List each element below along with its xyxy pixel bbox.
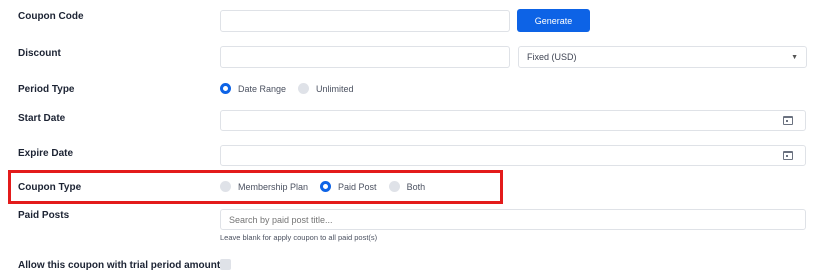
- paid-posts-label: Paid Posts: [18, 210, 70, 221]
- trial-coupon-label: Allow this coupon with trial period amou…: [18, 260, 221, 271]
- coupon-type-option-membership-plan[interactable]: Membership Plan: [220, 181, 308, 192]
- discount-type-select[interactable]: Fixed (USD) ▼: [518, 46, 807, 68]
- paid-posts-helper-text: Leave blank for apply coupon to all paid…: [220, 233, 378, 242]
- coupon-type-option-label: Paid Post: [338, 181, 377, 192]
- radio-checked-icon[interactable]: [220, 83, 231, 94]
- coupon-type-label: Coupon Type: [18, 182, 82, 193]
- radio-unchecked-icon[interactable]: [220, 181, 231, 192]
- discount-label: Discount: [18, 48, 61, 59]
- radio-unchecked-icon[interactable]: [298, 83, 310, 94]
- coupon-type-option-paid-post[interactable]: Paid Post: [320, 181, 377, 192]
- calendar-icon[interactable]: [783, 116, 793, 125]
- coupon-type-option-both[interactable]: Both: [388, 181, 426, 192]
- generate-button[interactable]: Generate: [517, 9, 590, 32]
- radio-checked-icon[interactable]: [320, 181, 332, 192]
- coupon-code-label: Coupon Code: [18, 11, 84, 22]
- radio-unchecked-icon[interactable]: [388, 181, 400, 192]
- period-type-radio-group: Date Range Unlimited: [220, 83, 366, 94]
- start-date-input[interactable]: [220, 110, 806, 131]
- period-type-option-unlimited[interactable]: Unlimited: [298, 83, 354, 94]
- coupon-type-option-label: Both: [406, 181, 426, 192]
- start-date-label: Start Date: [18, 113, 66, 124]
- period-type-option-label: Unlimited: [316, 83, 354, 94]
- expire-date-label: Expire Date: [18, 148, 74, 159]
- chevron-down-icon: ▼: [791, 53, 798, 61]
- paid-posts-search-input[interactable]: [220, 209, 806, 230]
- trial-coupon-checkbox[interactable]: [220, 259, 231, 270]
- period-type-option-date-range[interactable]: Date Range: [220, 83, 286, 94]
- period-type-option-label: Date Range: [238, 83, 287, 94]
- coupon-type-option-label: Membership Plan: [238, 181, 309, 192]
- coupon-type-radio-group: Membership Plan Paid Post Both: [220, 181, 437, 192]
- coupon-code-input[interactable]: [220, 10, 510, 32]
- discount-type-value: Fixed (USD): [527, 52, 577, 62]
- discount-input[interactable]: [220, 46, 510, 68]
- period-type-label: Period Type: [18, 84, 75, 95]
- calendar-icon[interactable]: [783, 151, 793, 160]
- expire-date-input[interactable]: [220, 145, 806, 166]
